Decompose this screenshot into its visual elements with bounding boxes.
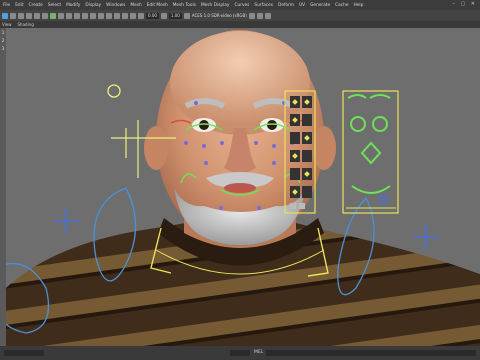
menu-cache[interactable]: Cache — [335, 3, 348, 8]
lasso-tool-icon[interactable] — [10, 12, 16, 19]
rotate-tool-icon[interactable] — [34, 12, 40, 19]
ear-right — [312, 126, 336, 170]
menu-mesh-display[interactable]: Mesh Display — [201, 3, 230, 8]
status-bar: MEL — [0, 346, 480, 360]
command-type-toggle[interactable] — [230, 350, 250, 356]
toolbox-item[interactable]: 1 — [2, 30, 5, 35]
xray-icon[interactable] — [130, 12, 136, 19]
menu-mesh-tools[interactable]: Mesh Tools — [173, 3, 196, 8]
toolbox-item[interactable]: 3 — [2, 46, 5, 51]
menu-uv[interactable]: UV — [299, 3, 305, 8]
facial-gui-panel-right — [342, 90, 399, 214]
snap-point-icon[interactable] — [66, 12, 72, 19]
select-tool-icon[interactable] — [2, 12, 8, 19]
menu-help[interactable]: Help — [354, 3, 364, 8]
paint-tool-icon[interactable] — [18, 12, 24, 19]
scale-tool-icon[interactable] — [42, 12, 48, 19]
timeline-field[interactable] — [4, 350, 44, 356]
window-buttons[interactable]: – ▢ ✕ — [452, 1, 477, 7]
menu-generate[interactable]: Generate — [310, 3, 330, 8]
toolbar: 0.00 1.00 ACES 1.0 SDR-video (sRGB) — [0, 10, 480, 21]
menu-modify[interactable]: Modify — [66, 3, 80, 8]
move-tool-icon[interactable] — [26, 12, 32, 19]
texture-icon[interactable] — [98, 12, 104, 19]
smooth-shade-icon[interactable] — [90, 12, 96, 19]
gamma-icon[interactable] — [160, 12, 167, 19]
blue-cross-right — [413, 224, 439, 250]
snap-grid-icon[interactable] — [50, 12, 56, 19]
menu-deform[interactable]: Deform — [278, 3, 294, 8]
camera-icon[interactable] — [74, 12, 80, 19]
lighting-icon[interactable] — [106, 12, 112, 19]
wireframe-icon[interactable] — [82, 12, 88, 19]
menu-edit[interactable]: Edit — [15, 3, 23, 8]
menu-bar: File Edit Create Select Modify Display W… — [0, 0, 480, 10]
look-at-control — [107, 84, 121, 98]
toolbox-item[interactable]: 2 — [2, 38, 5, 43]
render-settings-icon[interactable] — [264, 12, 271, 19]
render-icon[interactable] — [248, 12, 255, 19]
menu-file[interactable]: File — [3, 3, 10, 8]
menu-display[interactable]: Display — [85, 3, 101, 8]
snap-curve-icon[interactable] — [58, 12, 64, 19]
grid-icon[interactable] — [138, 12, 144, 19]
menu-create[interactable]: Create — [29, 3, 43, 8]
panel-menu-shading[interactable]: Shading — [18, 22, 34, 27]
ear-left — [144, 126, 168, 170]
mel-label[interactable]: MEL — [254, 350, 263, 355]
exposure-field[interactable]: 0.00 — [146, 12, 159, 19]
panel-menu-view[interactable]: View — [2, 22, 12, 27]
command-line-input[interactable] — [266, 350, 476, 356]
gamma-field[interactable]: 1.00 — [168, 12, 182, 19]
viewport-3d[interactable] — [6, 28, 480, 346]
blue-cross-left — [53, 208, 79, 234]
menu-curves[interactable]: Curves — [234, 3, 249, 8]
colorspace-icon[interactable] — [183, 12, 190, 19]
shadows-icon[interactable] — [114, 12, 120, 19]
menu-select[interactable]: Select — [48, 3, 61, 8]
menu-surfaces[interactable]: Surfaces — [254, 3, 273, 8]
ipr-render-icon[interactable] — [256, 12, 263, 19]
menu-windows[interactable]: Windows — [106, 3, 125, 8]
scalp — [170, 31, 310, 135]
isolate-icon[interactable] — [122, 12, 128, 19]
colorspace-label[interactable]: ACES 1.0 SDR-video (sRGB) — [192, 13, 247, 18]
viewport-scene — [6, 30, 480, 346]
panel-menu-bar: View Shading — [0, 21, 480, 28]
menu-edit-mesh[interactable]: Edit Mesh — [147, 3, 168, 8]
menu-mesh[interactable]: Mesh — [130, 3, 141, 8]
